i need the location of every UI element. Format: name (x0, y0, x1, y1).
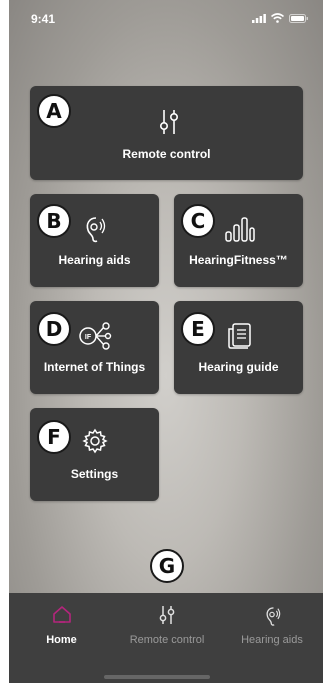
callout-a-badge: A (37, 94, 71, 128)
sliders-icon (159, 110, 179, 134)
iot-icon-text: IF (85, 334, 92, 341)
settings-label: Settings (70, 467, 119, 481)
tab-home[interactable]: Home (14, 593, 109, 653)
wifi-icon (271, 13, 284, 23)
hearing-guide-label: Hearing guide (198, 360, 279, 374)
home-indicator (104, 675, 210, 679)
hearing-fitness-label: HearingFitness™ (189, 253, 288, 267)
callout-e-badge: E (181, 312, 215, 346)
status-bar: 9:41 (9, 0, 323, 40)
tab-hearing-aids-label: Hearing aids (241, 634, 303, 646)
tab-remote-control[interactable]: Remote control (117, 593, 217, 653)
hearing-aid-icon (86, 217, 106, 243)
guide-book-icon (228, 323, 251, 349)
iot-label: Internet of Things (43, 360, 146, 374)
tab-remote-control-label: Remote control (129, 634, 205, 646)
status-time: 9:41 (31, 12, 56, 26)
callout-d-badge: D (37, 312, 71, 346)
iot-icon: IF (79, 322, 112, 350)
hearing-aids-label: Hearing aids (58, 253, 131, 267)
gear-icon (82, 428, 108, 454)
home-icon (52, 606, 71, 623)
hearing-aid-icon (266, 607, 281, 626)
remote-control-label: Remote control (122, 147, 211, 161)
app-screen: 9:41 Remote control Hearing aids Hearing… (9, 0, 323, 683)
remote-control-tile[interactable]: Remote control (30, 86, 303, 180)
callout-g-badge: G (150, 549, 184, 583)
tab-home-label: Home (46, 634, 77, 646)
callout-b-badge: B (37, 204, 71, 238)
callout-c-badge: C (181, 204, 215, 238)
tab-hearing-aids[interactable]: Hearing aids (225, 593, 319, 653)
sliders-icon (159, 606, 175, 624)
signal-icon (252, 13, 266, 23)
battery-icon (289, 13, 308, 23)
bar-chart-icon (225, 217, 255, 242)
tab-bar: Home Remote control Hearing aids (9, 593, 323, 683)
status-icons (252, 13, 309, 23)
callout-f-badge: F (37, 420, 71, 454)
